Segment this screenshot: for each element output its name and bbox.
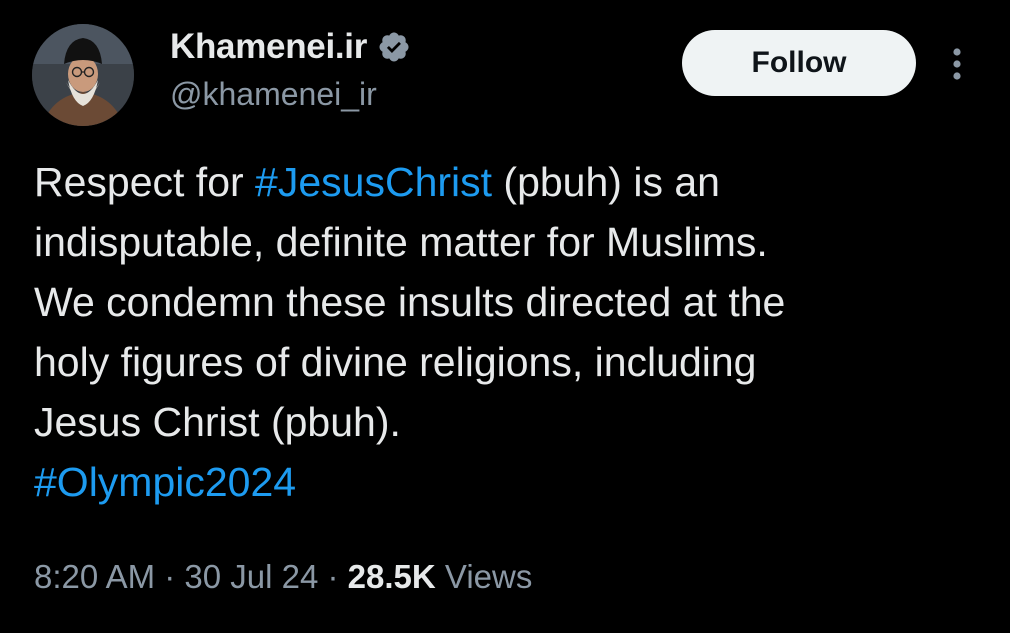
more-vertical-icon[interactable] xyxy=(942,44,972,84)
user-handle[interactable]: @khamenei_ir xyxy=(170,76,377,113)
follow-button[interactable]: Follow xyxy=(682,30,916,96)
avatar[interactable] xyxy=(32,24,134,126)
tweet-card: Khamenei.ir @khamenei_ir Follow Respect … xyxy=(0,0,1010,633)
tweet-time[interactable]: 8:20 AM xyxy=(34,558,155,595)
verified-badge-icon xyxy=(377,30,411,64)
meta-separator: · xyxy=(318,558,348,595)
tweet-text: Respect for #JesusChrist (pbuh) is an in… xyxy=(34,152,984,512)
tweet-line: #Olympic2024 xyxy=(34,452,984,512)
tweet-line: holy figures of divine religions, includ… xyxy=(34,339,757,385)
tweet-line: Jesus Christ (pbuh). xyxy=(34,399,401,445)
tweet-line: indisputable, definite matter for Muslim… xyxy=(34,219,768,265)
avatar-image xyxy=(32,24,134,126)
views-label: Views xyxy=(435,558,533,595)
hashtag-link[interactable]: #JesusChrist xyxy=(255,159,492,205)
hashtag-link[interactable]: #Olympic2024 xyxy=(34,459,296,505)
tweet-line: Respect for #JesusChrist (pbuh) is an xyxy=(34,152,984,212)
meta-separator: · xyxy=(155,558,185,595)
tweet-text-segment: (pbuh) is an xyxy=(492,159,720,205)
author-name-row: Khamenei.ir xyxy=(170,22,411,72)
tweet-text-segment: Respect for xyxy=(34,159,256,205)
tweet-line: We condemn these insults directed at the xyxy=(34,279,786,325)
views-count: 28.5K xyxy=(347,558,436,595)
tweet-meta: 8:20 AM · 30 Jul 24 · 28.5K Views xyxy=(34,558,532,596)
display-name[interactable]: Khamenei.ir xyxy=(170,27,367,67)
tweet-date[interactable]: 30 Jul 24 xyxy=(184,558,318,595)
